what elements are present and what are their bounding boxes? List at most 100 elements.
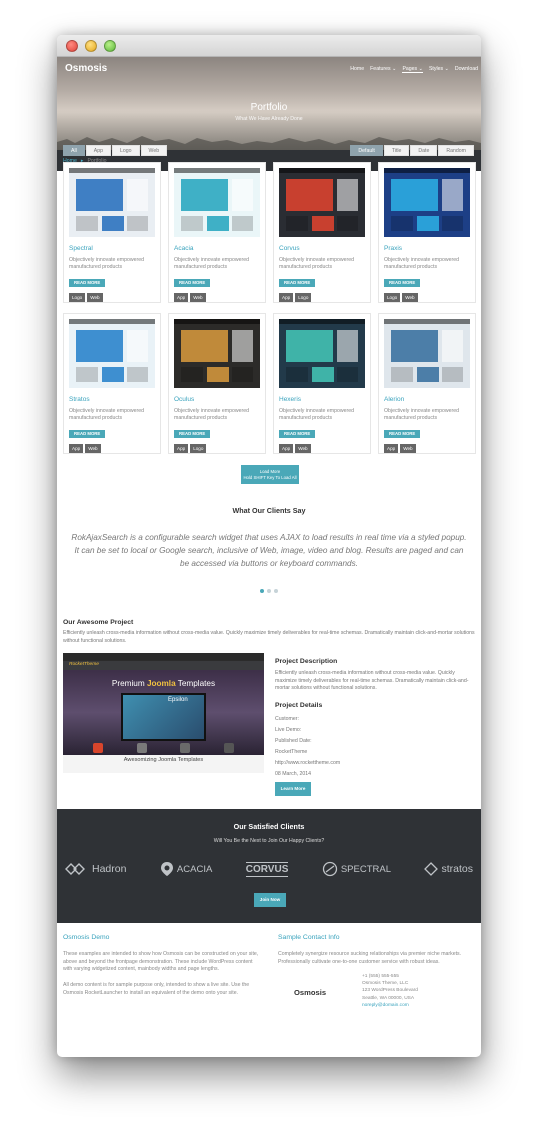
portfolio-thumbnail[interactable]: [279, 319, 365, 388]
portfolio-tag[interactable]: Web: [190, 293, 206, 302]
testimonial-title: What Our Clients Say: [232, 506, 306, 515]
filter-web[interactable]: Web: [140, 145, 168, 156]
portfolio-thumbnail[interactable]: [174, 168, 260, 237]
portfolio-card[interactable]: Oculus Objectively innovate empowered man…: [168, 313, 266, 454]
portfolio-tag[interactable]: Web: [402, 293, 418, 302]
detail-live-demo-link[interactable]: http://www.rockettheme.com: [275, 760, 340, 766]
join-now-button[interactable]: Join Now: [254, 893, 286, 907]
footer-company: Osmosis Theme, LLC: [362, 981, 409, 987]
sort-date[interactable]: Date: [410, 145, 438, 156]
portfolio-description: Objectively innovate empowered manufactu…: [174, 257, 249, 270]
footer-phone: +1 (555) 555-555: [362, 974, 399, 979]
read-more-button[interactable]: READ MORE: [69, 279, 106, 287]
portfolio-card[interactable]: Acacia Objectively innovate empowered man…: [168, 162, 266, 303]
portfolio-tag[interactable]: App: [279, 444, 294, 453]
project-image-icons: [93, 743, 234, 753]
portfolio-thumbnail[interactable]: [69, 319, 155, 388]
read-more-button[interactable]: READ MORE: [174, 430, 211, 438]
clients-subtitle: Will You Be the Next to Join Our Happy C…: [213, 838, 325, 844]
read-more-button[interactable]: READ MORE: [279, 279, 316, 287]
portfolio-tag[interactable]: Logo: [384, 293, 401, 302]
pager-dot-3[interactable]: [274, 589, 278, 593]
portfolio-thumbnail[interactable]: [174, 319, 260, 388]
portfolio-title[interactable]: Oculus: [174, 396, 260, 403]
portfolio-title[interactable]: Alerion: [384, 396, 470, 403]
portfolio-title[interactable]: Corvus: [279, 245, 365, 252]
portfolio-tag[interactable]: Web: [295, 444, 311, 453]
detail-date-value: 08 March, 2014: [275, 771, 312, 777]
footer-street: 123 WordPress Boulevard: [362, 988, 418, 994]
portfolio-tags: App Logo: [279, 293, 365, 302]
filter-logo[interactable]: Logo: [112, 145, 140, 156]
load-more-button[interactable]: Load More Hold SHIFT Key To Load All: [241, 465, 299, 484]
footer-contact-text: Completely synergize resource sucking re…: [278, 951, 462, 965]
portfolio-tags: App Web: [69, 444, 155, 453]
portfolio-tag[interactable]: Web: [87, 293, 103, 302]
client-logos: Hadron ACACIA CORVUS SPECTRAL stratos: [65, 857, 473, 881]
project-image: RocketTheme Premium Joomla Templates Eps…: [63, 653, 264, 773]
footer-address: +1 (555) 555-555 Osmosis Theme, LLC 123 …: [362, 973, 418, 1009]
wordpress-icon: [136, 743, 147, 753]
portfolio-thumbnail[interactable]: [384, 168, 470, 237]
detail-published: Published Date:: [275, 738, 312, 744]
read-more-button[interactable]: READ MORE: [384, 430, 421, 438]
portfolio-tag[interactable]: Logo: [69, 293, 86, 302]
project-image-headline: Premium Joomla Templates: [111, 679, 216, 688]
portfolio-title[interactable]: Praxis: [384, 245, 470, 252]
clients-title: Our Satisfied Clients: [233, 822, 305, 831]
portfolio-description: Objectively innovate empowered manufactu…: [69, 257, 144, 270]
portfolio-tags: App Logo: [174, 444, 260, 453]
read-more-button[interactable]: READ MORE: [384, 279, 421, 287]
pager-dot-1[interactable]: [260, 589, 264, 593]
portfolio-tags: App Web: [384, 444, 470, 453]
portfolio-card[interactable]: Alerion Objectively innovate empowered ma…: [378, 313, 476, 454]
portfolio-card[interactable]: Stratos Objectively innovate empowered ma…: [63, 313, 161, 454]
portfolio-thumbnail[interactable]: [279, 168, 365, 237]
portfolio-tag[interactable]: App: [279, 293, 294, 302]
project-intro: Efficiently unleash cross-media informat…: [63, 630, 475, 644]
portfolio-card[interactable]: Hexeris Objectively innovate empowered ma…: [273, 313, 371, 454]
portfolio-card[interactable]: Spectral Objectively innovate empowered m…: [63, 162, 161, 303]
portfolio-tag[interactable]: App: [174, 444, 189, 453]
footer-contact-title: Sample Contact Info: [278, 934, 340, 941]
footer-demo-text-2: All demo content is for sample purpose o…: [63, 982, 250, 996]
sort-random[interactable]: Random: [438, 145, 474, 156]
portfolio-title[interactable]: Acacia: [174, 245, 260, 252]
portfolio-tag[interactable]: App: [384, 444, 399, 453]
client-logo-corvus: CORVUS: [245, 861, 289, 877]
sort-default[interactable]: Default: [350, 145, 383, 156]
portfolio-thumbnail[interactable]: [69, 168, 155, 237]
client-logo-spectral: SPECTRAL: [322, 861, 391, 877]
portfolio-tag[interactable]: Web: [400, 444, 416, 453]
learn-more-button[interactable]: Learn More: [275, 782, 311, 796]
portfolio-tag[interactable]: App: [69, 444, 84, 453]
portfolio-description: Objectively innovate empowered manufactu…: [384, 257, 459, 270]
filter-all[interactable]: All: [63, 145, 85, 156]
footer-city: Seattle, WA 00000, USA: [362, 995, 415, 1001]
footer-email-link[interactable]: noreply@domain.com: [362, 1002, 418, 1009]
portfolio-tag[interactable]: App: [174, 293, 189, 302]
project-image-epsilon: Epsilon: [168, 697, 188, 703]
read-more-button[interactable]: READ MORE: [279, 430, 316, 438]
portfolio-description: Objectively innovate empowered manufactu…: [279, 257, 354, 270]
sort-title[interactable]: Title: [383, 145, 410, 156]
portfolio-tag[interactable]: Web: [85, 444, 101, 453]
portfolio-tag[interactable]: Logo: [295, 293, 312, 302]
pager-dot-2[interactable]: [267, 589, 271, 593]
portfolio-tag[interactable]: Logo: [190, 444, 207, 453]
project-description: Efficiently unleash cross-media informat…: [275, 670, 469, 692]
portfolio-tags: App Web: [174, 293, 260, 302]
filter-app[interactable]: App: [85, 145, 111, 156]
portfolio-card[interactable]: Praxis Objectively innovate empowered man…: [378, 162, 476, 303]
portfolio-title[interactable]: Spectral: [69, 245, 155, 252]
portfolio-card[interactable]: Corvus Objectively innovate empowered man…: [273, 162, 371, 303]
portfolio-thumbnail[interactable]: [384, 319, 470, 388]
portfolio-tags: Logo Web: [384, 293, 470, 302]
read-more-button[interactable]: READ MORE: [174, 279, 211, 287]
portfolio-description: Objectively innovate empowered manufactu…: [279, 408, 354, 421]
read-more-button[interactable]: READ MORE: [69, 430, 106, 438]
stratos-icon: [424, 862, 439, 876]
portfolio-title[interactable]: Stratos: [69, 396, 155, 403]
portfolio-title[interactable]: Hexeris: [279, 396, 365, 403]
phpbb-icon: [223, 743, 234, 753]
